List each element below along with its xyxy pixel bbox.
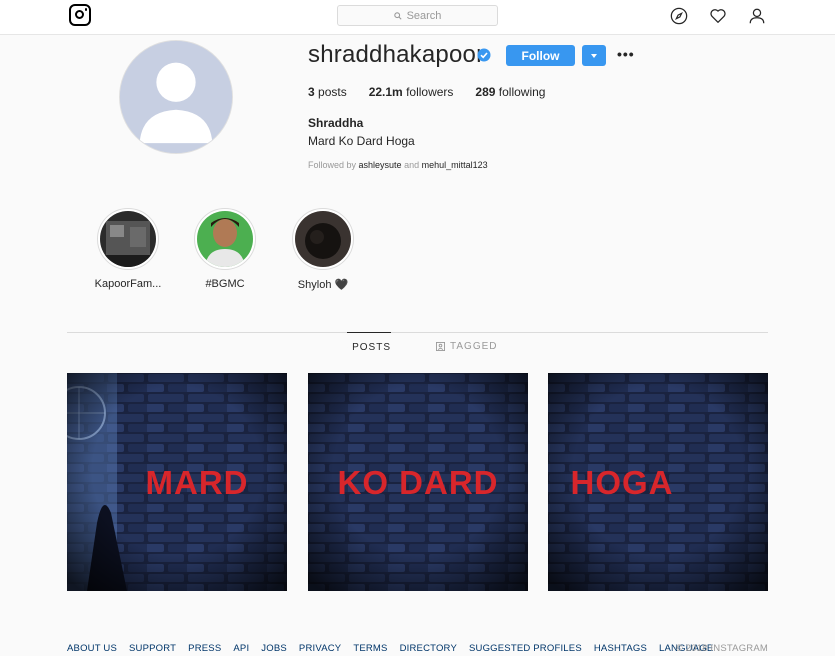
footer-link[interactable]: ABOUT US [67,643,117,654]
highlight-item[interactable]: #BGMC [175,208,275,290]
post-caption-text: HOGA [571,464,674,501]
footer-link[interactable]: HASHTAGS [594,643,647,654]
profile-full-name: Shraddha [308,116,364,130]
follow-button[interactable]: Follow [506,45,575,66]
instagram-logo-icon[interactable] [69,4,91,26]
caret-down-icon [591,53,597,58]
profile-avatar[interactable] [119,40,233,154]
followed-by-joiner: and [401,160,422,170]
stat-followers[interactable]: 22.1m followers [369,85,454,99]
tab-posts-label: POSTS [352,342,391,353]
stat-posts-count: 3 [308,85,315,99]
post-thumbnail[interactable]: MARD [67,373,287,591]
post-thumbnail[interactable]: HOGA [548,373,768,591]
profile-username: shraddhakapoor [308,41,485,68]
footer-link[interactable]: PRESS [188,643,221,654]
stat-following[interactable]: 289 following [475,85,545,99]
highlight-cover [295,211,351,267]
search-input[interactable]: Search [337,5,498,26]
stat-posts-label: posts [314,85,347,99]
stat-followers-count: 22.1m [368,85,403,99]
footer-link[interactable]: JOBS [261,643,287,654]
highlight-cover-image [100,211,156,267]
highlight-ring [292,208,354,270]
highlight-cover [197,211,253,267]
followed-by-user-link[interactable]: ashleysute [359,160,402,170]
highlight-ring [97,208,159,270]
compass-icon[interactable] [670,7,688,25]
tagged-icon [436,341,445,351]
footer-links: ABOUT US SUPPORT PRESS API JOBS PRIVACY … [67,643,725,654]
footer-link[interactable]: DIRECTORY [400,643,457,654]
post-image: KO DARD [308,373,528,591]
stat-following-label: following [495,85,546,99]
footer-link[interactable]: SUGGESTED PROFILES [469,643,582,654]
profile-bio: Mard Ko Dard Hoga [308,134,415,148]
followed-by-prefix: Followed by [308,160,359,170]
copyright-text: © 2018 INSTAGRAM [675,643,768,654]
highlight-label: Shyloh 🖤 [297,279,349,291]
highlight-cover [100,211,156,267]
highlight-cover-image [295,211,351,267]
highlight-ring [194,208,256,270]
stat-following-count: 289 [475,85,496,99]
search-icon [393,11,402,20]
more-options-button[interactable]: ••• [617,46,635,62]
suggestions-dropdown-button[interactable] [582,45,606,66]
highlight-cover-image [197,211,253,267]
highlight-label: #BGMC [205,278,245,290]
post-image: MARD [67,373,287,591]
post-caption-text: MARD [146,464,249,501]
footer-link[interactable]: API [233,643,249,654]
highlight-item[interactable]: KapoorFam... [78,208,178,290]
stat-followers-label: followers [402,85,454,99]
stat-posts: 3 posts [308,85,347,99]
footer-link[interactable]: PRIVACY [299,643,341,654]
post-image: HOGA [548,373,768,591]
tab-tagged[interactable]: TAGGED [436,332,497,360]
post-thumbnail[interactable]: KO DARD [308,373,528,591]
highlight-label: KapoorFam... [94,278,162,290]
profile-stats: 3 posts 22.1m followers 289 following [308,85,567,99]
followed-by-user-link[interactable]: mehul_mittal123 [422,160,488,170]
tab-posts[interactable]: POSTS [347,332,391,360]
verified-badge-icon [477,48,491,62]
top-nav: Search [0,0,835,35]
profile-icon[interactable] [748,7,766,25]
heart-icon[interactable] [709,7,727,25]
highlight-item[interactable]: Shyloh 🖤 [273,208,373,291]
default-avatar-icon [120,41,232,153]
footer-link[interactable]: TERMS [353,643,387,654]
post-caption-text: KO DARD [338,464,499,501]
search-placeholder: Search [406,9,442,22]
tab-tagged-label: TAGGED [450,340,498,352]
followed-by-text: Followed by ashleysute and mehul_mittal1… [308,160,488,170]
footer-link[interactable]: SUPPORT [129,643,176,654]
tabs-divider [67,332,768,333]
